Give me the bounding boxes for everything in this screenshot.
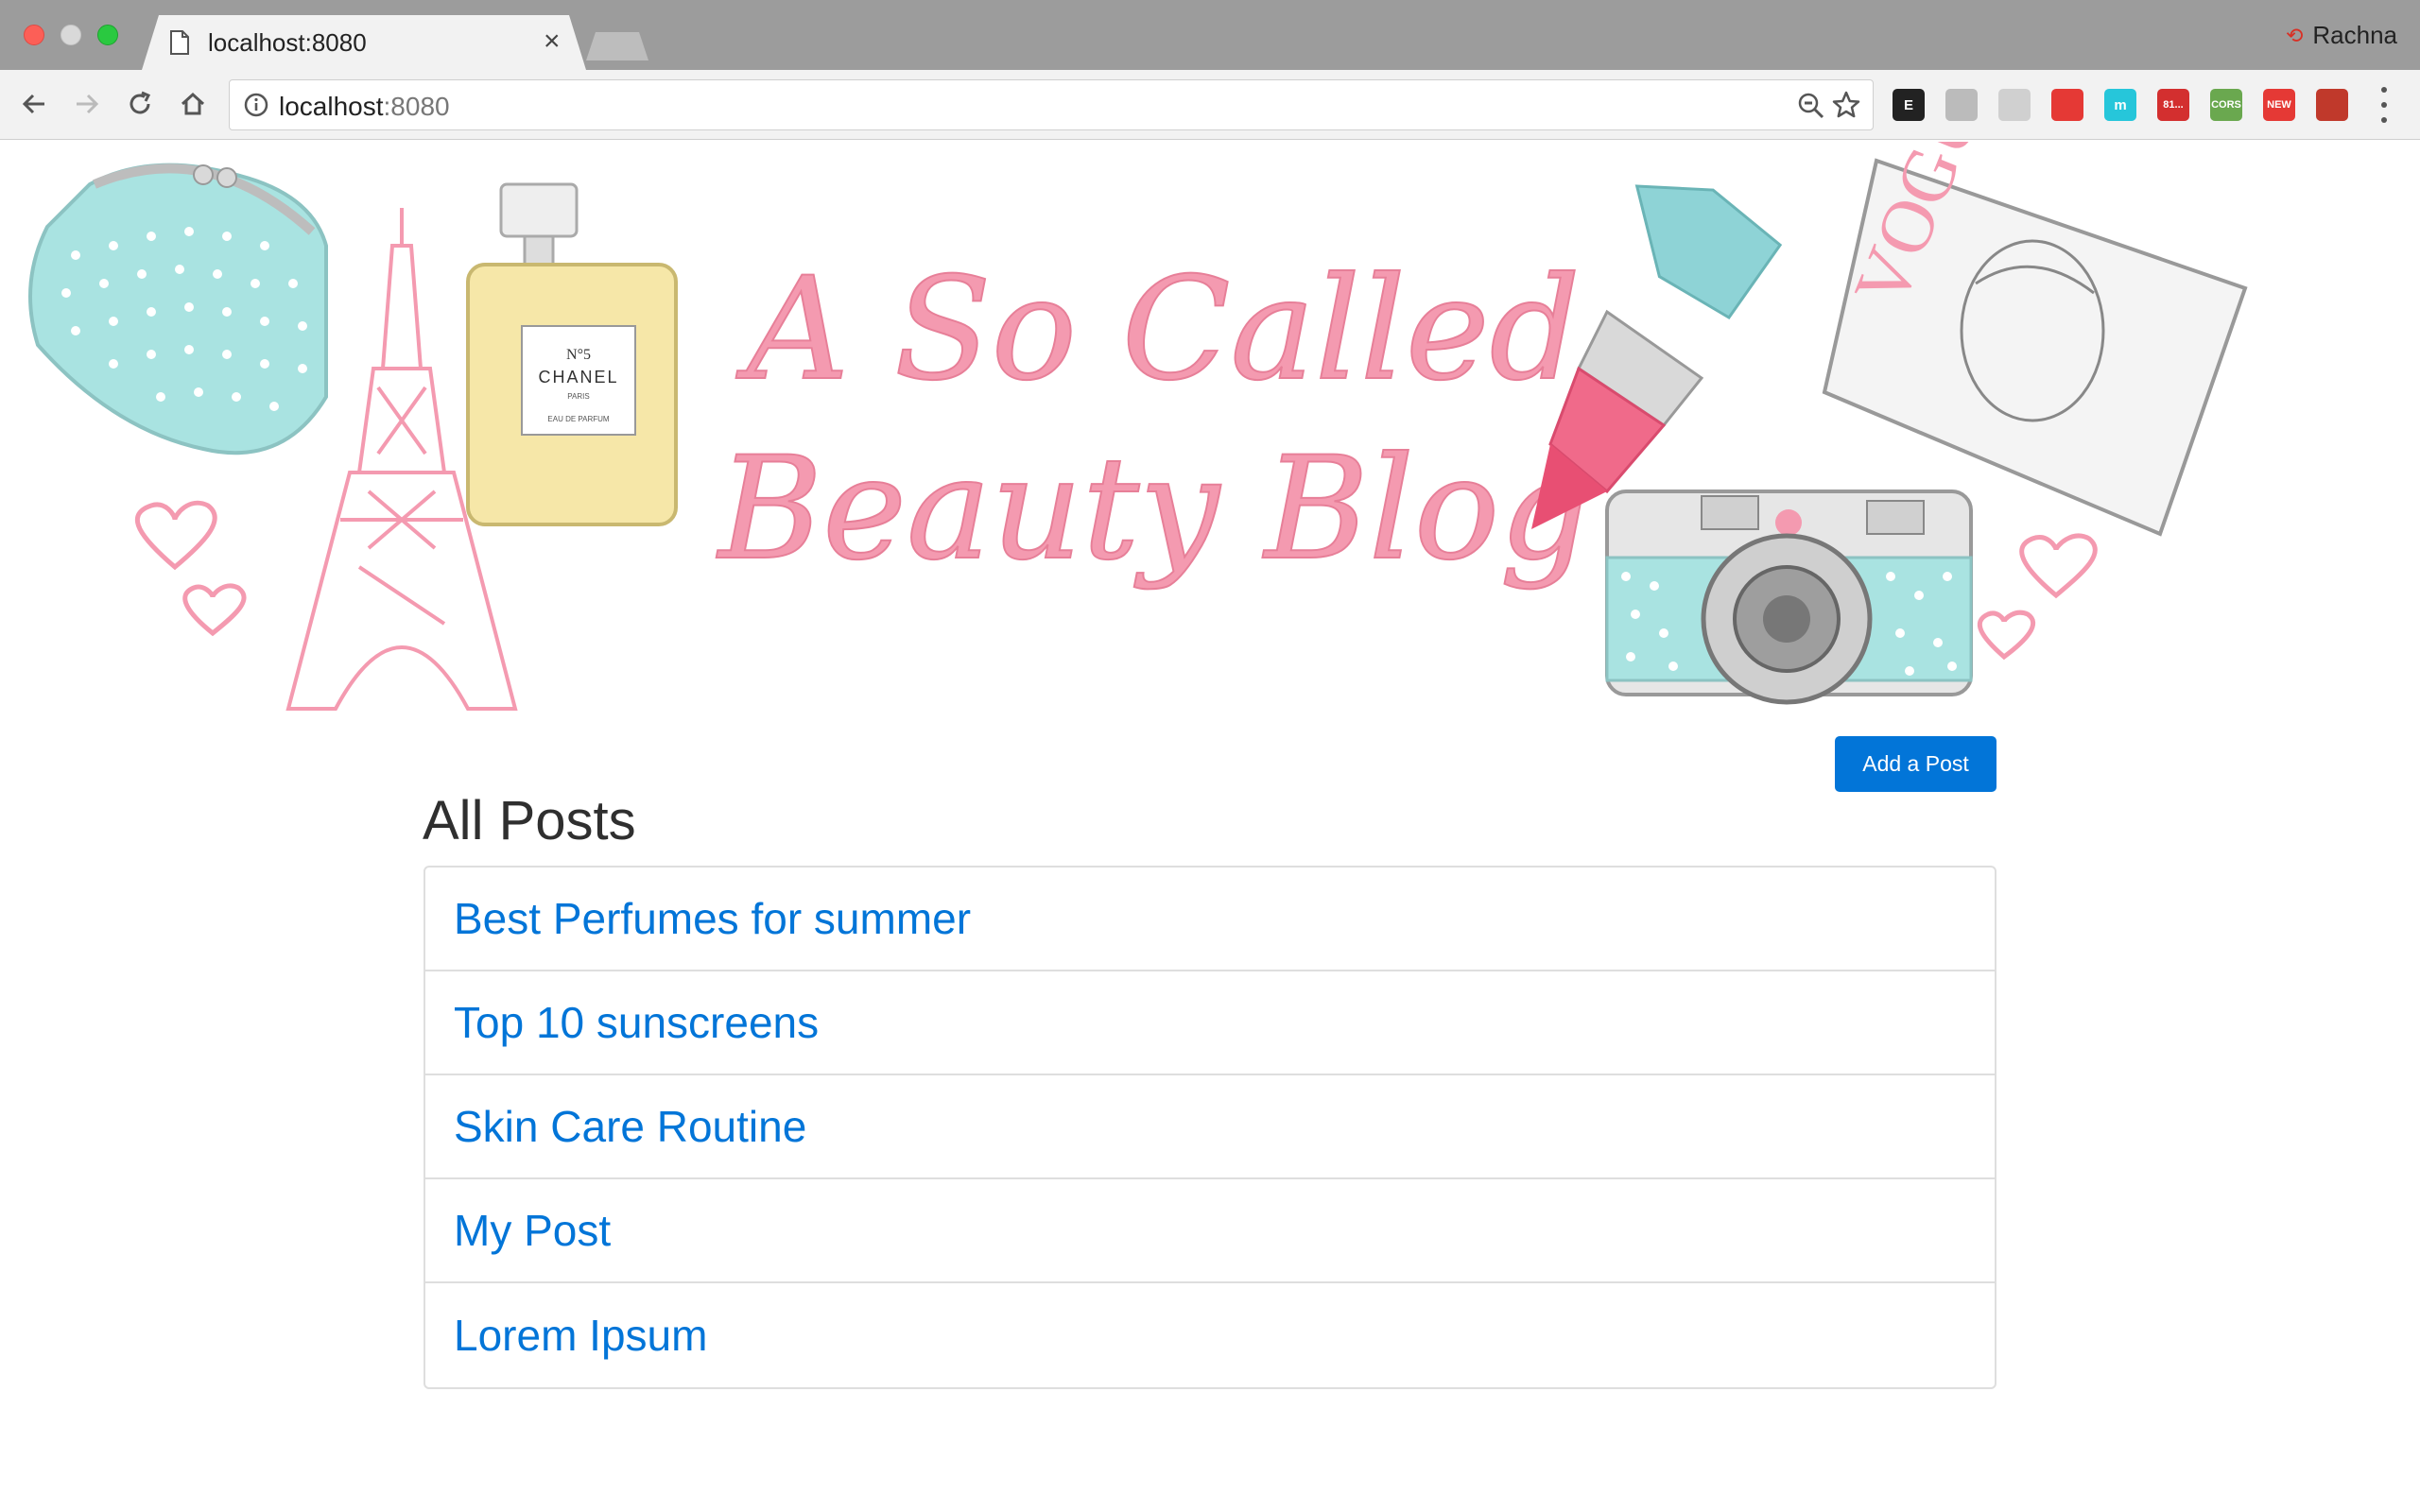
list-item[interactable]: Skin Care Routine [425, 1075, 1995, 1179]
perfume-label-brand: CHANEL [538, 368, 618, 387]
url-port: :8080 [383, 92, 450, 121]
new-tab-button[interactable] [586, 32, 648, 60]
puzzle-extension-icon[interactable] [2316, 89, 2348, 121]
zoom-out-icon[interactable] [1797, 92, 1825, 120]
browser-titlebar: localhost:8080 × ⟲ Rachna [0, 0, 2420, 70]
page-icon [170, 30, 189, 55]
add-post-button[interactable]: Add a Post [1835, 736, 1996, 792]
close-window-button[interactable] [24, 25, 44, 45]
back-button[interactable] [15, 85, 53, 123]
evernote-extension-icon[interactable]: E [1893, 89, 1925, 121]
address-bar[interactable]: localhost:8080 [229, 79, 1874, 130]
browser-menu-button[interactable] [2375, 87, 2394, 123]
heart-icon [1977, 533, 2098, 661]
home-button[interactable] [174, 85, 212, 123]
new-extension-icon[interactable]: NEW [2263, 89, 2295, 121]
post-link[interactable]: Top 10 sunscreens [454, 997, 819, 1048]
perfume-label-type: EAU DE PARFUM [547, 415, 610, 423]
page-title: All Posts [423, 790, 636, 851]
forward-button[interactable] [68, 85, 106, 123]
browser-toolbar: localhost:8080 Em 81... CORS NEW [0, 70, 2420, 140]
sync-error-icon: ⟲ [2285, 23, 2304, 47]
reload-button[interactable] [121, 85, 159, 123]
list-item[interactable]: My Post [425, 1179, 1995, 1283]
url-host: localhost [279, 92, 384, 121]
perfume-bottle-illustration: N°5 CHANEL PARIS EAU DE PARFUM [466, 182, 678, 526]
home-icon [181, 92, 205, 115]
camera-illustration [1605, 490, 1973, 705]
cors-extension-icon[interactable]: CORS [2210, 89, 2242, 121]
bookmark-star-icon[interactable] [1831, 90, 1861, 120]
m-extension-icon[interactable]: m [2104, 89, 2136, 121]
post-link[interactable]: My Post [454, 1205, 611, 1256]
gmail-extension-icon[interactable]: 81... [2157, 89, 2189, 121]
post-link[interactable]: Skin Care Routine [454, 1101, 806, 1152]
blog-title-line1: A So Called [735, 248, 1581, 412]
maximize-window-button[interactable] [97, 25, 118, 45]
heart-icon [134, 500, 247, 637]
list-item[interactable]: Top 10 sunscreens [425, 971, 1995, 1075]
profile-button[interactable]: ⟲ Rachna [2286, 21, 2397, 50]
drive-extension-icon[interactable] [1945, 89, 1978, 121]
post-link[interactable]: Lorem Ipsum [454, 1310, 707, 1361]
post-link[interactable]: Best Perfumes for summer [454, 893, 971, 944]
address-url[interactable]: localhost:8080 [279, 92, 450, 122]
perfume-label-city: PARIS [567, 392, 589, 401]
tab-title: localhost:8080 [208, 28, 367, 57]
minimize-window-button[interactable] [60, 25, 81, 45]
opera-extension-icon[interactable] [2051, 89, 2083, 121]
blog-title-line2: Beauty Blog [716, 427, 1590, 592]
reload-icon [130, 91, 151, 114]
blog-title-logo: A So Called Beauty Blog [715, 247, 1591, 593]
close-tab-icon[interactable]: × [544, 26, 561, 58]
info-icon[interactable] [243, 92, 269, 118]
arrow-left-icon [22, 94, 44, 114]
arrow-right-icon [77, 94, 99, 114]
list-item[interactable]: Lorem Ipsum [425, 1283, 1995, 1387]
profile-name: Rachna [2312, 21, 2397, 49]
feather-extension-icon[interactable] [1998, 89, 2031, 121]
post-list: Best Perfumes for summer Top 10 sunscree… [424, 866, 1996, 1389]
perfume-label-number: N°5 [566, 347, 591, 363]
list-item[interactable]: Best Perfumes for summer [425, 868, 1995, 971]
browser-tab-active[interactable]: localhost:8080 × [142, 15, 586, 70]
blog-banner: N°5 CHANEL PARIS EAU DE PARFUM A So Call… [0, 42, 2420, 728]
coin-purse-illustration [28, 163, 328, 455]
magazine-illustration: VOGUE [1822, 42, 2248, 537]
